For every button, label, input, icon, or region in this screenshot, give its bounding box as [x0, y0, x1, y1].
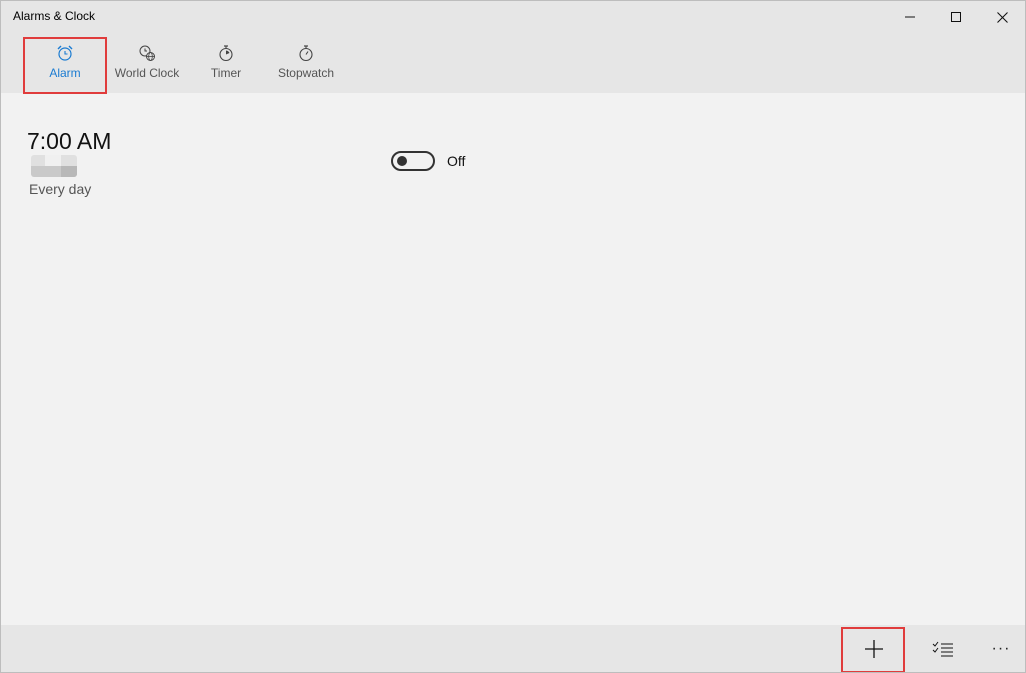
minimize-icon: [905, 16, 915, 18]
add-alarm-button[interactable]: [843, 625, 905, 672]
more-icon: ···: [991, 639, 1011, 657]
select-list-icon: [932, 641, 953, 656]
tab-stopwatch[interactable]: Stopwatch: [271, 33, 341, 93]
alarm-list-item[interactable]: 7:00 AM Every day Off: [27, 125, 487, 205]
tab-stopwatch-label: Stopwatch: [277, 66, 335, 80]
tab-timer-label: Timer: [210, 66, 242, 80]
add-icon: [865, 639, 883, 658]
close-icon: [996, 11, 1008, 23]
title-bar: Alarms & Clock: [1, 1, 1025, 33]
alarm-name-redacted: [31, 155, 77, 177]
more-options-button[interactable]: ···: [977, 625, 1025, 672]
select-alarms-button[interactable]: [915, 625, 971, 672]
maximize-icon: [951, 12, 961, 22]
alarm-repeat: Every day: [29, 181, 92, 197]
alarm-clock-icon: [56, 43, 74, 63]
app-window: Alarms & Clock Alarm World Clock Timer S…: [0, 0, 1026, 673]
alarm-toggle-switch[interactable]: [391, 151, 435, 171]
maximize-button[interactable]: [933, 1, 979, 33]
minimize-button[interactable]: [887, 1, 933, 33]
tab-alarm-label: Alarm: [49, 66, 81, 80]
tab-timer[interactable]: Timer: [197, 33, 255, 93]
timer-icon: [217, 43, 235, 63]
toggle-knob: [397, 156, 407, 166]
tab-world-clock-label: World Clock: [114, 66, 180, 80]
alarm-time: 7:00 AM: [27, 128, 112, 154]
window-title: Alarms & Clock: [13, 9, 96, 23]
world-clock-icon: [138, 43, 156, 63]
tab-alarm[interactable]: Alarm: [25, 33, 105, 93]
tab-bar: Alarm World Clock Timer Stopwatch: [1, 33, 1025, 93]
stopwatch-icon: [297, 43, 315, 63]
close-button[interactable]: [979, 1, 1025, 33]
alarm-toggle-state: Off: [447, 153, 466, 169]
command-bar: ···: [1, 625, 1025, 672]
tab-world-clock[interactable]: World Clock: [109, 33, 185, 93]
